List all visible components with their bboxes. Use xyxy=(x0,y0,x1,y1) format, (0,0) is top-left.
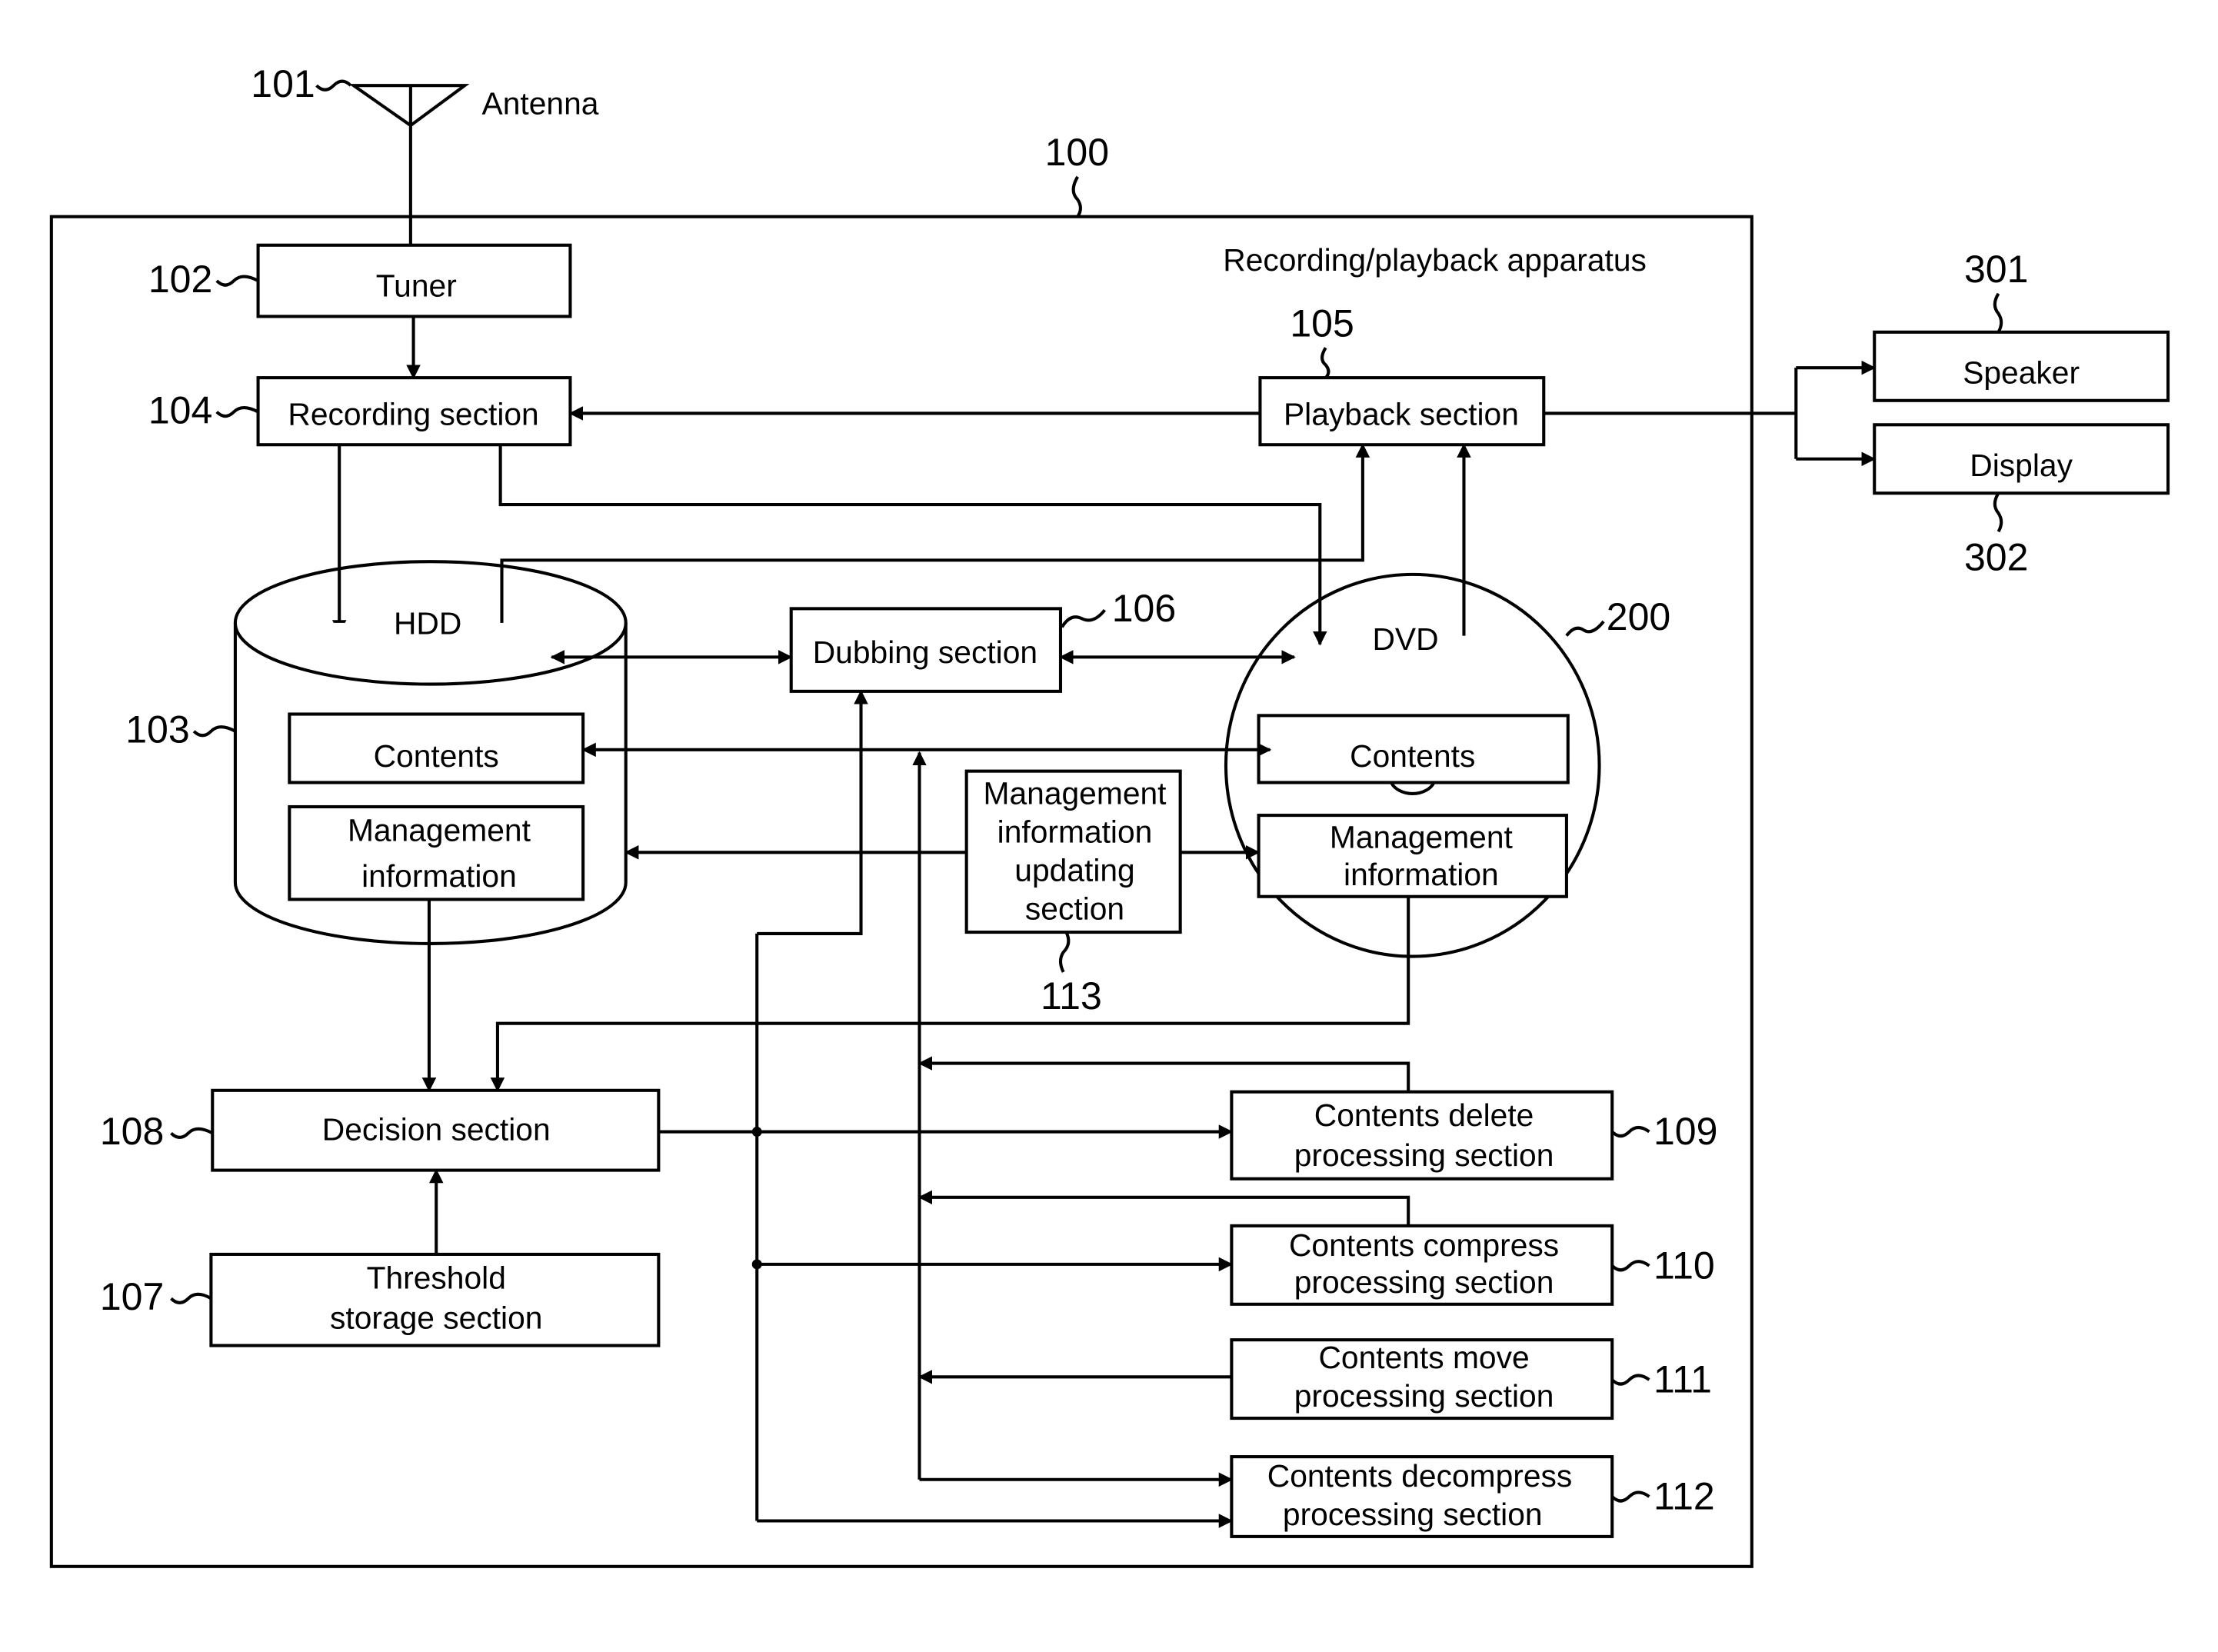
dubbing-ref-leader xyxy=(1061,608,1107,628)
svg-text:Display: Display xyxy=(1970,448,2073,483)
svg-text:updating: updating xyxy=(1014,852,1134,888)
svg-text:Tuner: Tuner xyxy=(376,268,457,303)
svg-text:Recording section: Recording section xyxy=(288,396,538,431)
dubbing-section-block: Dubbing section xyxy=(789,607,1063,693)
antenna-ref-leader xyxy=(315,79,352,92)
display-block: Display xyxy=(1873,423,2170,495)
delete-ref: 109 xyxy=(1654,1110,1717,1153)
svg-text:Dubbing section: Dubbing section xyxy=(813,634,1037,670)
hdd-label: HDD xyxy=(394,606,461,641)
threshold-storage-block: Threshold storage section xyxy=(209,1252,661,1347)
threshold-ref-leader xyxy=(170,1292,212,1304)
hdd-contents-block: Contents xyxy=(288,712,585,784)
antenna-label: Antenna xyxy=(482,85,599,121)
svg-text:processing section: processing section xyxy=(1294,1264,1554,1300)
compress-ref-leader xyxy=(1610,1260,1650,1272)
svg-text:Contents: Contents xyxy=(1350,738,1475,774)
apparatus-ref-leader xyxy=(1071,175,1082,218)
mgmt-update-section-block: Management information updating section xyxy=(964,769,1182,934)
svg-text:information: information xyxy=(997,814,1153,849)
decision-ref: 108 xyxy=(100,1110,164,1153)
hdd-ref: 103 xyxy=(125,708,189,751)
threshold-ref: 107 xyxy=(100,1275,164,1318)
svg-text:processing section: processing section xyxy=(1283,1497,1543,1532)
svg-text:Contents decompress: Contents decompress xyxy=(1267,1458,1573,1494)
delete-ref-leader xyxy=(1610,1125,1650,1138)
svg-text:information: information xyxy=(361,858,517,894)
playback-output-line xyxy=(1544,368,1798,459)
hdd-management-block: Management information xyxy=(288,804,585,901)
playback-section-block: Playback section xyxy=(1258,376,1546,447)
compress-ref: 110 xyxy=(1654,1244,1715,1287)
hdd-to-playback-arrow xyxy=(500,443,1370,633)
dubbing-ref: 106 xyxy=(1112,587,1176,630)
compress-processing-block: Contents compress processing section xyxy=(1230,1224,1614,1306)
dvd-ref: 200 xyxy=(1607,595,1670,638)
antenna-ref: 101 xyxy=(251,62,315,105)
decision-section-block: Decision section xyxy=(211,1088,661,1172)
block-diagram: Recording/playback apparatus 100 Antenna… xyxy=(49,62,2170,1568)
dvd-ref-leader xyxy=(1565,620,1605,637)
svg-text:Decision section: Decision section xyxy=(322,1112,551,1147)
recording-ref-leader xyxy=(215,406,259,418)
speaker-block: Speaker xyxy=(1873,330,2170,402)
speaker-ref: 301 xyxy=(1964,248,2028,291)
delete-feedback-arrow xyxy=(918,1056,1410,1092)
svg-text:Playback section: Playback section xyxy=(1284,396,1519,431)
svg-text:Threshold: Threshold xyxy=(367,1260,506,1295)
delete-processing-block: Contents delete processing section xyxy=(1230,1090,1614,1181)
hdd-ref-leader xyxy=(192,725,236,738)
svg-text:Management: Management xyxy=(348,812,531,848)
svg-text:information: information xyxy=(1344,857,1499,892)
svg-text:Speaker: Speaker xyxy=(1963,355,2080,391)
recording-ref: 104 xyxy=(148,388,212,431)
tuner-ref-leader xyxy=(215,275,259,287)
decompress-ref: 112 xyxy=(1654,1475,1715,1518)
move-processing-block: Contents move processing section xyxy=(1230,1338,1614,1421)
dvd-label: DVD xyxy=(1372,621,1438,657)
decision-ref-leader xyxy=(170,1127,214,1139)
playback-ref: 105 xyxy=(1290,301,1354,345)
tuner-block: Tuner xyxy=(256,243,572,318)
display-ref: 302 xyxy=(1964,535,2028,578)
speaker-ref-leader xyxy=(1993,292,2003,333)
playback-ref-leader xyxy=(1320,347,1330,379)
move-ref-leader xyxy=(1610,1374,1650,1386)
junction-dot xyxy=(751,1127,762,1137)
svg-text:Contents move: Contents move xyxy=(1318,1340,1529,1375)
svg-text:section: section xyxy=(1025,891,1124,926)
decompress-processing-block: Contents decompress processing section xyxy=(1230,1455,1614,1538)
move-ref: 111 xyxy=(1654,1358,1712,1401)
mgmt-update-ref-leader xyxy=(1058,931,1071,973)
mgmt-update-ref: 113 xyxy=(1041,974,1102,1018)
svg-text:Management: Management xyxy=(984,775,1167,811)
recording-section-block: Recording section xyxy=(256,376,572,447)
apparatus-title: Recording/playback apparatus xyxy=(1223,242,1647,278)
dvd-contents-block: Contents xyxy=(1257,714,1570,784)
decision-to-dubbing-arrow xyxy=(757,690,868,935)
svg-text:storage section: storage section xyxy=(330,1300,542,1335)
svg-text:processing section: processing section xyxy=(1294,1378,1554,1414)
svg-text:Contents delete: Contents delete xyxy=(1314,1097,1534,1133)
compress-feedback-arrow xyxy=(918,1190,1410,1226)
dvd-management-block: Management information xyxy=(1257,814,1568,898)
apparatus-ref: 100 xyxy=(1045,131,1109,174)
svg-text:Contents: Contents xyxy=(374,738,499,774)
svg-text:Contents compress: Contents compress xyxy=(1289,1227,1559,1263)
svg-text:Management: Management xyxy=(1330,820,1514,855)
dvd-mgmt-to-decision-arrow xyxy=(490,896,1410,1092)
svg-text:processing section: processing section xyxy=(1294,1137,1554,1173)
tuner-ref: 102 xyxy=(148,258,212,301)
decompress-ref-leader xyxy=(1610,1490,1650,1503)
junction-dot xyxy=(751,1259,762,1270)
antenna-icon xyxy=(348,84,470,245)
dvd-center-hole xyxy=(1390,781,1436,796)
display-ref-leader xyxy=(1993,492,2003,533)
